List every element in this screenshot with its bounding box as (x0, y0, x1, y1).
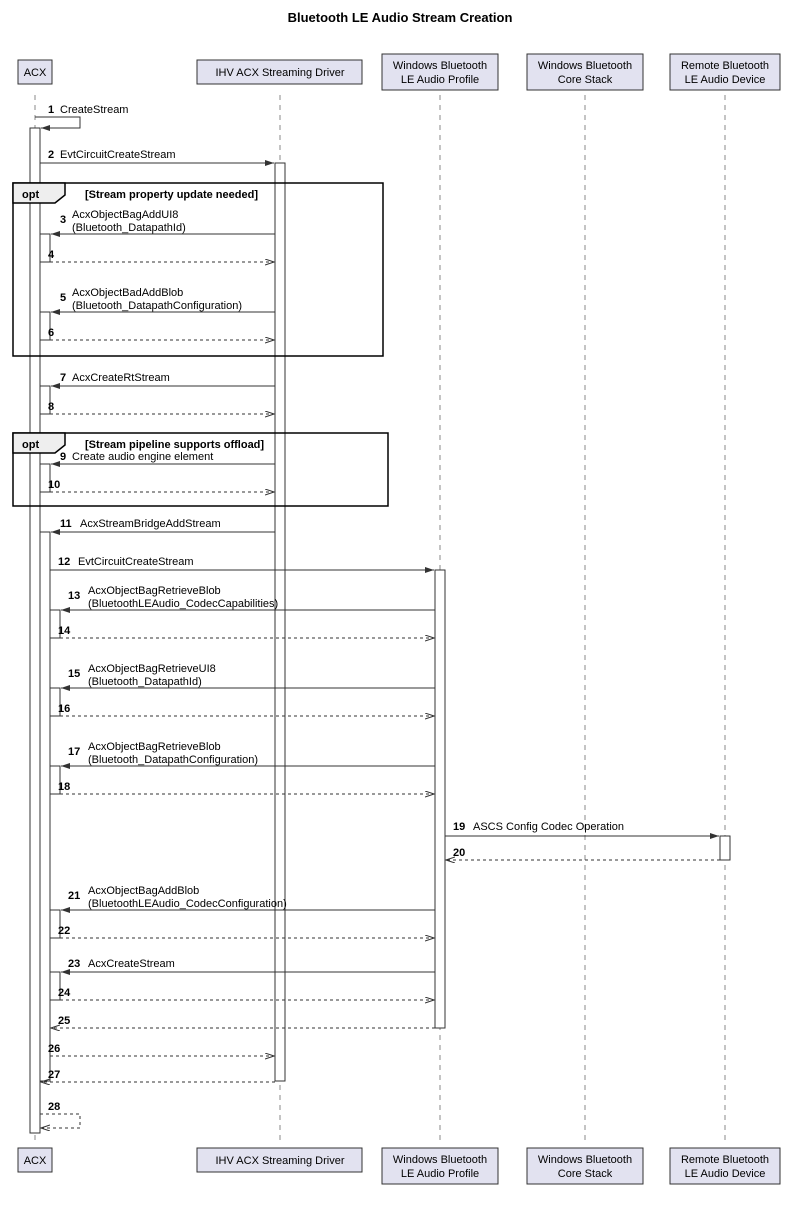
msg-9: Create audio engine element (72, 451, 213, 463)
msg-13: AcxObjectBagRetrieveBlob (88, 585, 221, 597)
svg-text:4: 4 (48, 249, 55, 261)
msg-11: AcxStreamBridgeAddStream (80, 518, 221, 530)
svg-text:5: 5 (60, 292, 66, 304)
svg-text:14: 14 (58, 625, 71, 637)
msg-2: EvtCircuitCreateStream (60, 149, 176, 161)
svg-text:(Bluetooth_DatapathId): (Bluetooth_DatapathId) (88, 676, 202, 688)
svg-text:IHV ACX Streaming Driver: IHV ACX Streaming Driver (216, 67, 345, 79)
svg-text:Windows Bluetooth: Windows Bluetooth (393, 1154, 487, 1166)
svg-text:8: 8 (48, 401, 54, 413)
svg-text:3: 3 (60, 214, 66, 226)
svg-text:opt: opt (22, 439, 39, 451)
msg-19: ASCS Config Codec Operation (473, 821, 624, 833)
msg-1: CreateStream (60, 104, 128, 116)
activation-acx-main (30, 128, 40, 1133)
svg-text:27: 27 (48, 1069, 60, 1081)
svg-text:Core Stack: Core Stack (558, 1168, 613, 1180)
msg-28 (40, 1114, 80, 1128)
svg-text:26: 26 (48, 1043, 60, 1055)
svg-text:(Bluetooth_DatapathConfigurati: (Bluetooth_DatapathConfiguration) (72, 300, 242, 312)
msg-15: AcxObjectBagRetrieveUI8 (88, 663, 216, 675)
svg-text:Remote Bluetooth: Remote Bluetooth (681, 1154, 769, 1166)
activation-wbap (435, 570, 445, 1028)
svg-text:[Stream pipeline supports offl: [Stream pipeline supports offload] (85, 439, 264, 451)
svg-text:LE Audio Profile: LE Audio Profile (401, 1168, 479, 1180)
msg-23: AcxCreateStream (88, 958, 175, 970)
diagram-title: Bluetooth LE Audio Stream Creation (288, 10, 513, 25)
svg-text:Windows Bluetooth: Windows Bluetooth (538, 60, 632, 72)
msg-21: AcxObjectBagAddBlob (88, 885, 199, 897)
opt-1 (13, 183, 383, 356)
svg-text:LE Audio Device: LE Audio Device (685, 74, 766, 86)
msg-3: AcxObjectBagAddUI8 (72, 209, 178, 221)
msg-7: AcxCreateRtStream (72, 372, 170, 384)
svg-text:(Bluetooth_DatapathConfigurati: (Bluetooth_DatapathConfiguration) (88, 754, 258, 766)
svg-text:20: 20 (453, 847, 465, 859)
sequence-diagram: Bluetooth LE Audio Stream Creation ACX I… (0, 0, 800, 1205)
svg-text:23: 23 (68, 958, 80, 970)
svg-text:(BluetoothLEAudio_CodecCapabil: (BluetoothLEAudio_CodecCapabilities) (88, 598, 278, 610)
activation-acx-11 (40, 532, 50, 1081)
svg-text:opt: opt (22, 189, 39, 201)
svg-text:Windows Bluetooth: Windows Bluetooth (538, 1154, 632, 1166)
svg-text:6: 6 (48, 327, 54, 339)
svg-text:12: 12 (58, 556, 70, 568)
svg-text:13: 13 (68, 590, 80, 602)
svg-text:(Bluetooth_DatapathId): (Bluetooth_DatapathId) (72, 222, 186, 234)
svg-text:2: 2 (48, 149, 54, 161)
svg-text:10: 10 (48, 479, 60, 491)
svg-text:24: 24 (58, 987, 71, 999)
svg-text:LE Audio Device: LE Audio Device (685, 1168, 766, 1180)
svg-text:19: 19 (453, 821, 465, 833)
svg-text:ACX: ACX (24, 1155, 47, 1167)
msg-12: EvtCircuitCreateStream (78, 556, 194, 568)
svg-text:1: 1 (48, 104, 54, 116)
svg-text:22: 22 (58, 925, 70, 937)
svg-text:(BluetoothLEAudio_CodecConfigu: (BluetoothLEAudio_CodecConfiguration) (88, 898, 287, 910)
svg-text:25: 25 (58, 1015, 70, 1027)
svg-text:ACX: ACX (24, 67, 47, 79)
activation-ihv (275, 163, 285, 1081)
svg-text:16: 16 (58, 703, 70, 715)
svg-text:18: 18 (58, 781, 70, 793)
svg-text:28: 28 (48, 1101, 60, 1113)
svg-text:Core Stack: Core Stack (558, 74, 613, 86)
activation-rbld (720, 836, 730, 860)
svg-text:7: 7 (60, 372, 66, 384)
svg-text:LE Audio Profile: LE Audio Profile (401, 74, 479, 86)
svg-text:[Stream property update needed: [Stream property update needed] (85, 189, 258, 201)
svg-text:Remote Bluetooth: Remote Bluetooth (681, 60, 769, 72)
svg-text:15: 15 (68, 668, 80, 680)
msg-17: AcxObjectBagRetrieveBlob (88, 741, 221, 753)
svg-text:21: 21 (68, 890, 80, 902)
svg-text:9: 9 (60, 451, 66, 463)
svg-text:Windows Bluetooth: Windows Bluetooth (393, 60, 487, 72)
msg-5: AcxObjectBadAddBlob (72, 287, 183, 299)
svg-text:17: 17 (68, 746, 80, 758)
svg-text:11: 11 (60, 518, 72, 530)
svg-text:IHV ACX Streaming Driver: IHV ACX Streaming Driver (216, 1155, 345, 1167)
